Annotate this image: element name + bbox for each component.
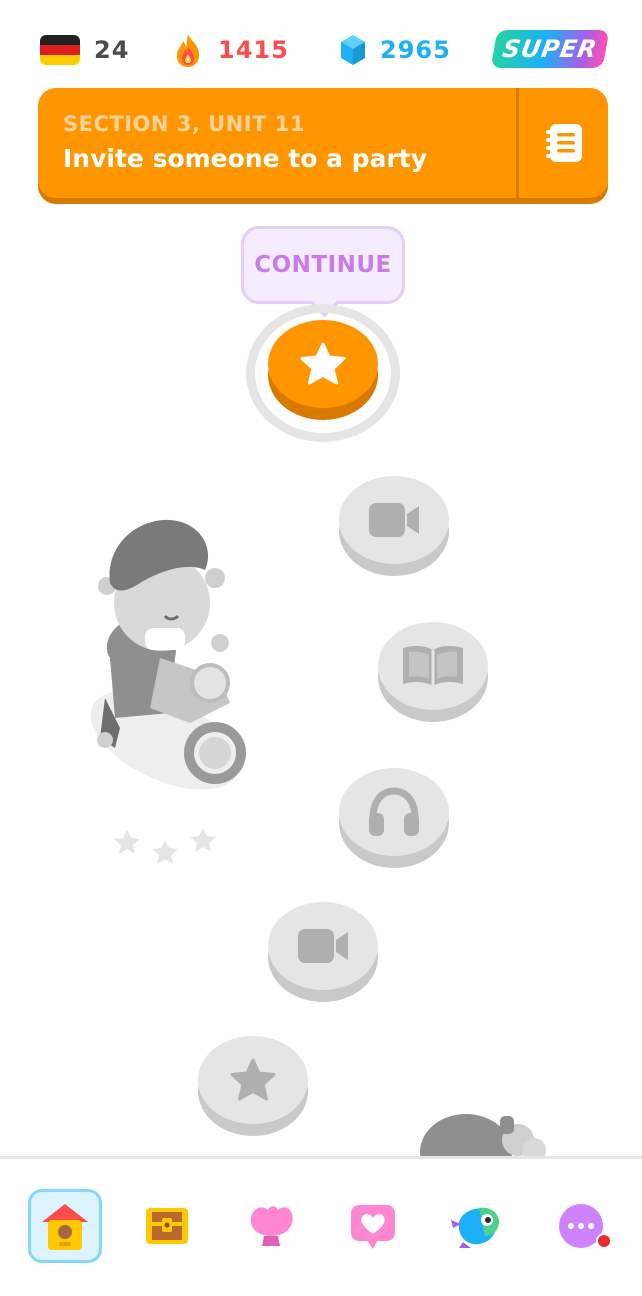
stars-decoration	[114, 828, 216, 864]
section-label: SECTION 3, UNIT 11	[63, 112, 305, 136]
book-icon	[403, 645, 463, 686]
video-camera-icon	[369, 503, 419, 537]
duo-bird-icon	[451, 1207, 499, 1248]
gems-counter[interactable]: 2965	[340, 30, 451, 70]
lesson-node-star-locked[interactable]	[198, 1036, 308, 1136]
lesson-node-star-active[interactable]	[268, 320, 378, 420]
bottom-navigation	[0, 1156, 642, 1296]
home-icon	[42, 1204, 88, 1250]
nav-friends-button[interactable]	[336, 1189, 410, 1263]
lesson-node-headphones[interactable]	[339, 768, 449, 868]
lesson-node-video-2[interactable]	[268, 902, 378, 1002]
nav-chest-button[interactable]	[130, 1189, 204, 1263]
star-icon	[230, 1058, 276, 1101]
streak-count: 1415	[218, 36, 289, 64]
gem-icon	[341, 35, 365, 65]
fire-icon	[176, 34, 200, 67]
motorcycle-character-illustration	[90, 519, 246, 790]
nav-shell-button[interactable]	[234, 1189, 308, 1263]
video-camera-icon	[298, 929, 348, 963]
guidebook-button[interactable]	[519, 88, 608, 198]
lesson-node-video-1[interactable]	[339, 476, 449, 576]
language-count: 24	[94, 36, 130, 64]
continue-tooltip[interactable]: CONTINUE	[241, 226, 405, 318]
unit-banner[interactable]: SECTION 3, UNIT 11 Invite someone to a p…	[38, 88, 608, 198]
guidebook-icon	[545, 124, 582, 162]
gems-count: 2965	[380, 36, 451, 64]
character-peek-illustration	[420, 1114, 546, 1160]
lesson-node-book[interactable]	[378, 622, 488, 722]
super-badge-button[interactable]: SUPER	[490, 30, 610, 68]
german-flag-icon	[40, 35, 80, 65]
super-label: SUPER	[500, 35, 600, 63]
continue-label: CONTINUE	[254, 252, 392, 278]
nav-more-button[interactable]	[544, 1189, 618, 1263]
language-selector[interactable]: 24	[40, 30, 129, 70]
shell-icon	[250, 1206, 293, 1246]
treasure-chest-icon	[146, 1208, 188, 1244]
streak-counter[interactable]: 1415	[172, 30, 289, 70]
nav-home-button[interactable]	[28, 1189, 102, 1263]
top-bar: 24 1415 2965 SUPER	[0, 0, 642, 88]
notification-dot	[596, 1233, 612, 1249]
heart-chat-icon	[351, 1205, 395, 1249]
nav-max-button[interactable]	[440, 1189, 514, 1263]
star-icon	[300, 342, 346, 385]
headphones-icon	[369, 787, 419, 836]
unit-title: Invite someone to a party	[63, 144, 428, 173]
